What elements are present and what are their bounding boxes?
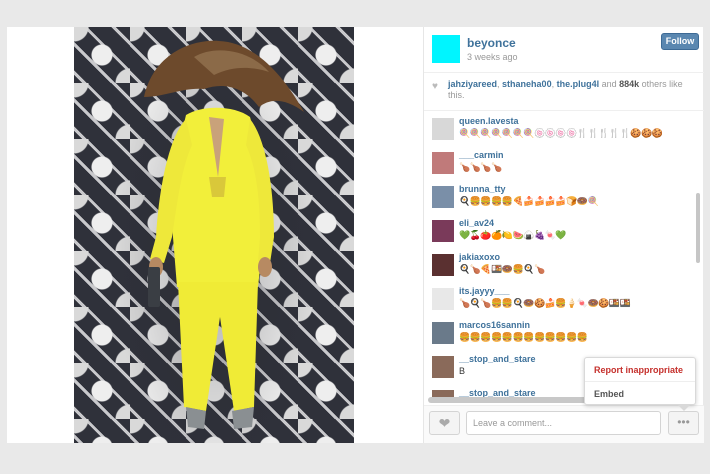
comment-text: 🍳🍔🍔🍔🍔🍕🍰🍰🍰🍰🍞🍩🍭 [459,196,599,206]
likes-count[interactable]: 884k [619,79,639,89]
comment-text: 🍳🍗🍕🍱🍩🍔🍳🍗 [459,264,545,274]
commenter-avatar[interactable] [432,288,454,310]
report-inappropriate-item[interactable]: Report inappropriate [585,358,695,382]
heart-icon: ♥ [432,81,438,92]
comment-footer: ❤ Leave a comment... ••• [424,405,704,443]
owner-avatar[interactable] [432,35,460,63]
options-menu: Report inappropriate Embed [584,357,696,405]
comment-text: 🍔🍔🍔🍔🍔🍔🍔🍔🍔🍔🍔🍔 [459,332,588,342]
commenter-username[interactable]: jakiaxoxo [459,252,500,262]
follow-button[interactable]: Follow [661,33,699,50]
commenter-avatar[interactable] [432,254,454,276]
commenter-username[interactable]: marcos16sannin [459,320,530,330]
comment-item: brunna_tty 🍳🍔🍔🍔🍔🍕🍰🍰🍰🍰🍞🍩🍭 [424,181,694,213]
comment-input[interactable]: Leave a comment... [466,411,661,435]
commenter-username[interactable]: __stop_and_stare [459,354,536,364]
liker-link[interactable]: sthaneha00 [502,79,552,89]
comment-item: eli_av24 💚🍒🍅🍊🍋🍉🍙🍇🍬💚 [424,215,694,247]
liker-link[interactable]: the.plug4l [557,79,600,89]
commenter-username[interactable]: ___carmin [459,150,504,160]
owner-username[interactable]: beyonce [467,36,516,50]
commenter-avatar[interactable] [432,220,454,242]
commenter-username[interactable]: brunna_tty [459,184,506,194]
commenter-avatar[interactable] [432,118,454,140]
comment-item: ___carmin 🍗🍗🍗🍗 [424,147,694,179]
likes-summary: ♥ jahziyareed, sthaneha00, the.plug4l an… [424,73,704,111]
comment-item: queen.lavesta 🍭🍭🍭🍭🍭🍭🍭🍥🍥🍥🍥🍴🍴🍴🍴🍴🍪🍪🍪 [424,113,694,145]
post-header: beyonce 3 weeks ago Follow [424,27,704,73]
embed-item[interactable]: Embed [585,382,695,406]
likes-text: jahziyareed, sthaneha00, the.plug4l and … [448,79,698,101]
liker-link[interactable]: jahziyareed [448,79,497,89]
post-photo[interactable] [74,27,354,443]
like-button[interactable]: ❤ [429,411,460,435]
menu-arrow [678,405,690,411]
comment-item: jakiaxoxo 🍳🍗🍕🍱🍩🍔🍳🍗 [424,249,694,281]
comment-text: 🍭🍭🍭🍭🍭🍭🍭🍥🍥🍥🍥🍴🍴🍴🍴🍴🍪🍪🍪 [459,128,663,138]
scrollbar-thumb[interactable] [696,193,700,263]
commenter-username[interactable]: its.jayyy___ [459,286,510,296]
commenter-avatar[interactable] [432,152,454,174]
post-timestamp: 3 weeks ago [467,52,518,62]
more-options-button[interactable]: ••• [668,411,699,435]
heart-icon: ❤ [438,415,451,431]
photo-pane [7,27,423,443]
comment-text: 🍗🍗🍗🍗 [459,162,502,172]
comment-text: 🍗🍳🍗🍔🍔🍳🍩🍪🍰🍔🍦🍬🍩🍪🍱🍱 [459,298,631,308]
comment-item: its.jayyy___ 🍗🍳🍗🍔🍔🍳🍩🍪🍰🍔🍦🍬🍩🍪🍱🍱 [424,283,694,315]
likes-and-text: and [599,79,620,89]
commenter-username[interactable]: eli_av24 [459,218,494,228]
figure-illustration [144,40,304,429]
commenter-username[interactable]: queen.lavesta [459,116,519,126]
comment-text: 💚🍒🍅🍊🍋🍉🍙🍇🍬💚 [459,230,567,240]
comment-item: marcos16sannin 🍔🍔🍔🍔🍔🍔🍔🍔🍔🍔🍔🍔 [424,317,694,349]
commenter-avatar[interactable] [432,322,454,344]
commenter-avatar[interactable] [432,356,454,378]
commenter-avatar[interactable] [432,186,454,208]
comments-scrollbar[interactable] [695,115,701,395]
